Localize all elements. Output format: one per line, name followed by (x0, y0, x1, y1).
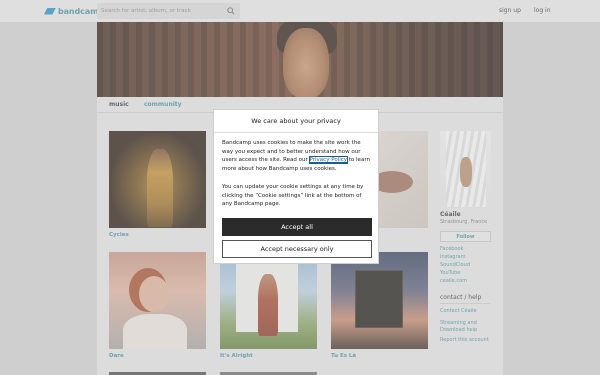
cookie-consent-dialog: We care about your privacy Bandcamp uses… (213, 109, 379, 264)
accept-all-button[interactable]: Accept all (222, 218, 372, 236)
dialog-paragraph-2: You can update your cookie settings at a… (222, 184, 364, 207)
accept-necessary-button[interactable]: Accept necessary only (222, 240, 372, 258)
dialog-title: We care about your privacy (214, 110, 378, 133)
privacy-policy-link[interactable]: Privacy Policy (308, 156, 349, 164)
dialog-paragraph-1: Bandcamp uses cookies to make the site w… (222, 139, 372, 173)
